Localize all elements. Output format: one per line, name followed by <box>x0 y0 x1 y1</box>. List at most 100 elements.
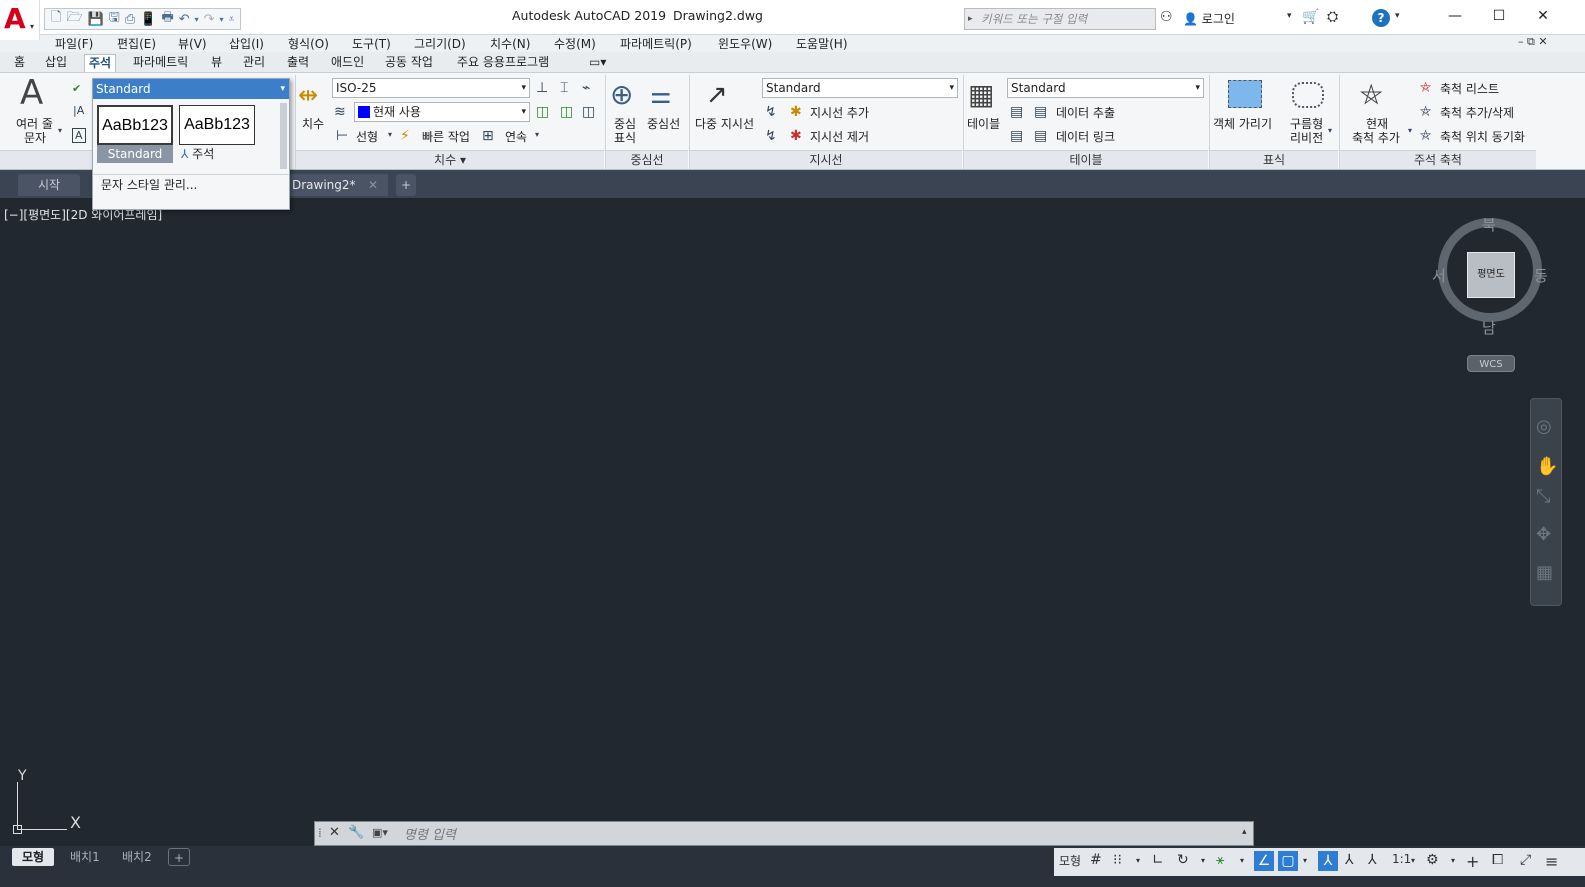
dimension-label[interactable]: 치수 <box>302 115 324 132</box>
menu-modify[interactable]: 수정(M) <box>554 35 596 52</box>
tab-addins[interactable]: 애드인 <box>327 54 368 72</box>
tab-manage[interactable]: 관리 <box>239 54 269 72</box>
orbit-icon[interactable]: ✥ <box>1536 524 1551 545</box>
annotation-scale-icon[interactable]: ⅄ <box>1368 852 1377 868</box>
binoculars-icon[interactable]: ⚇ <box>1160 9 1173 25</box>
add-delete-scale-icon[interactable]: ⛤ <box>1420 104 1431 120</box>
table-label[interactable]: 테이블 <box>967 115 1000 132</box>
drawing-canvas[interactable] <box>0 198 1585 846</box>
scale-list-icon[interactable]: ⛤ <box>1420 80 1431 96</box>
manage-text-styles-item[interactable]: 문자 스타일 관리... <box>93 174 289 194</box>
compass-north[interactable]: 북 <box>1482 214 1496 235</box>
tab-view[interactable]: 뷰 <box>207 54 226 72</box>
snap-icon[interactable]: ⁝⁝ <box>1113 852 1122 868</box>
dim-space-icon[interactable]: ⌶ <box>560 80 568 96</box>
center-mark-label-2[interactable]: 표식 <box>614 129 636 146</box>
annotation-monitor-icon[interactable]: + <box>1466 852 1479 871</box>
tab-home[interactable]: 홈 <box>10 54 29 72</box>
data-extract-label[interactable]: 데이터 추출 <box>1056 104 1115 121</box>
table-link-icon[interactable]: ▤ <box>1010 104 1023 120</box>
quick-label[interactable]: 빠른 작업 <box>422 128 470 145</box>
chevron-down-icon[interactable]: ▾ <box>1201 856 1205 865</box>
chevron-down-icon[interactable]: ▾ <box>58 126 62 135</box>
clean-screen-icon[interactable]: ⤢ <box>1520 852 1531 868</box>
add-leader-icon[interactable]: ✱ <box>790 104 802 120</box>
table-icon[interactable]: ▦ <box>968 80 994 110</box>
scale-list-label[interactable]: 축척 리스트 <box>1440 80 1499 97</box>
viewcube-face[interactable]: 평면도 <box>1467 252 1515 298</box>
tab-insert[interactable]: 삽입 <box>41 54 71 72</box>
table-style-combo[interactable]: Standard ▾ <box>1007 78 1204 98</box>
multileader-label[interactable]: 다중 지시선 <box>695 115 754 132</box>
menu-draw[interactable]: 그리기(D) <box>414 35 466 52</box>
command-history-icon[interactable]: ▴ <box>1242 827 1247 837</box>
text-frame-icon[interactable]: A <box>72 128 86 143</box>
object-snap-tracking-icon[interactable]: ∠ <box>1254 851 1274 871</box>
open-folder-icon[interactable]: 🗁 <box>66 8 82 30</box>
minimize-button[interactable]: — <box>1440 4 1470 28</box>
tab-output[interactable]: 출력 <box>283 54 313 72</box>
redo-dropdown-icon[interactable]: ▾ <box>220 15 224 24</box>
menu-parametric[interactable]: 파라메트릭(P) <box>620 35 692 52</box>
dim-reassociate-icon[interactable]: ◫ <box>582 104 595 120</box>
leader-collect-icon[interactable]: ↯ <box>765 128 777 144</box>
undo-dropdown-icon[interactable]: ▾ <box>195 15 199 24</box>
dimension-panel-title[interactable]: 치수 ▾ <box>296 150 604 169</box>
menu-tools[interactable]: 도구(T) <box>352 35 391 52</box>
dim-jog-icon[interactable]: ⌁ <box>582 80 590 96</box>
menu-help[interactable]: 도움말(H) <box>796 35 848 52</box>
compass-west[interactable]: 서 <box>1432 265 1446 286</box>
chevron-down-icon[interactable]: ▾ <box>535 130 539 139</box>
expand-arrow-icon[interactable]: ▸ <box>968 9 973 29</box>
leader-align-icon[interactable]: ↯ <box>765 104 777 120</box>
maximize-button[interactable]: ☐ <box>1484 4 1514 28</box>
multiline-text-icon[interactable]: A <box>20 76 43 110</box>
customize-qat-icon[interactable]: ⩡ <box>229 14 235 25</box>
chevron-down-icon[interactable]: ▾ <box>1303 856 1307 865</box>
layout-tab-model[interactable]: 모형 <box>12 848 55 866</box>
text-style-swatch-standard[interactable]: AaBb123 <box>97 105 173 145</box>
tab-start[interactable]: 시작 <box>18 174 80 196</box>
menu-insert[interactable]: 삽입(I) <box>229 35 264 52</box>
quick-dimension-icon[interactable]: ⚡ <box>400 128 410 144</box>
chevron-down-icon[interactable]: ▾ <box>1240 856 1244 865</box>
dim-update-icon[interactable]: ◫ <box>560 104 573 120</box>
help-dropdown-icon[interactable]: ▾ <box>1395 11 1400 21</box>
save-icon[interactable]: 💾 <box>88 12 104 27</box>
dimension-icon[interactable]: ⇹ <box>298 80 318 110</box>
centerline-icon[interactable]: ⚌ <box>650 80 672 110</box>
dim-break-icon[interactable]: ⊥ <box>536 80 548 96</box>
compass-east[interactable]: 동 <box>1534 265 1548 286</box>
tab-annotate[interactable]: 주석 <box>84 54 117 72</box>
menu-dimension[interactable]: 치수(N) <box>490 35 530 52</box>
zoom-extents-icon[interactable]: ⤡ <box>1536 486 1550 507</box>
leader-panel-title[interactable]: 지시선 <box>690 150 962 169</box>
menu-file[interactable]: 파일(F) <box>55 35 93 52</box>
autodesk-exchange-icon[interactable]: ⛭ <box>1327 9 1338 25</box>
sync-scale-icon[interactable]: ⛤ <box>1420 128 1431 144</box>
wcs-menu[interactable]: WCS <box>1467 355 1515 372</box>
menu-format[interactable]: 형식(O) <box>288 35 329 52</box>
mdi-window-controls[interactable]: – ⧉ ✕ <box>1518 35 1548 49</box>
annotation-scale-value[interactable]: 1:1 <box>1392 852 1411 866</box>
save-as-icon[interactable]: 🖫 <box>109 8 120 30</box>
wipeout-label[interactable]: 객체 가리기 <box>1213 115 1272 132</box>
search-input[interactable]: ▸ 키워드 또는 구절 입력 <box>964 8 1156 30</box>
layer-stack-icon[interactable]: ≋ <box>334 104 346 120</box>
spell-check-icon[interactable]: ✔ <box>72 82 81 95</box>
auto-scale-icon[interactable]: ⅄ <box>1345 852 1354 868</box>
plot-icon[interactable]: 🖶 <box>161 8 173 30</box>
close-button[interactable]: ✕ <box>1528 4 1558 28</box>
open-web-icon[interactable]: ⎙ <box>125 12 135 27</box>
cart-icon[interactable]: 🛒 <box>1302 9 1319 25</box>
remove-leader-label[interactable]: 지시선 제거 <box>810 128 869 145</box>
multiline-text-label-2[interactable]: 문자 <box>24 129 46 146</box>
chevron-down-icon[interactable]: ▾ <box>1451 856 1455 865</box>
menu-window[interactable]: 윈도우(W) <box>718 35 772 52</box>
object-snap-icon[interactable]: ▢ <box>1278 851 1298 871</box>
login-button[interactable]: 👤 로그인 <box>1183 10 1235 27</box>
redo-icon[interactable]: ↷ <box>204 12 215 27</box>
command-input[interactable]: 명령 입력 <box>404 824 456 843</box>
application-menu-button[interactable]: A ▾ <box>0 0 40 40</box>
data-extract-icon[interactable]: ▤ <box>1034 104 1047 120</box>
